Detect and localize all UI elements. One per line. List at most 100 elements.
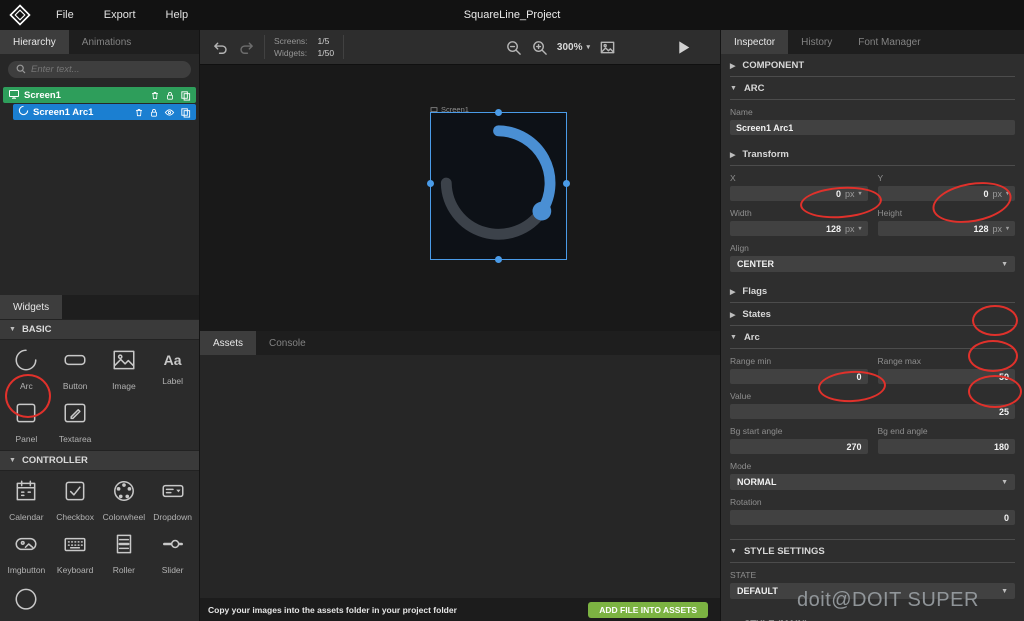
tab-inspector[interactable]: Inspector [721,30,788,54]
y-field[interactable]: 0 px ▾ [878,186,1016,201]
height-field[interactable]: 128 px ▾ [878,221,1016,236]
screen-icon [8,88,20,103]
section-style-settings[interactable]: ▼ STYLE SETTINGS [730,539,1015,563]
eye-icon[interactable] [164,107,175,118]
tab-hierarchy[interactable]: Hierarchy [0,30,69,54]
tab-widgets[interactable]: Widgets [0,295,62,319]
rotation-field[interactable]: 0 [730,510,1015,525]
zoom-out-icon[interactable] [505,39,522,56]
range-min-value: 0 [856,372,861,382]
chevron-down-icon: ▼ [9,326,16,333]
controller-widget-grid: Calendar Checkbox Colorwheel Dropdown Im… [0,471,199,621]
widget-item-keyboard[interactable]: Keyboard [51,531,100,575]
menu-help[interactable]: Help [151,0,204,30]
range-max-field[interactable]: 50 [878,369,1016,384]
screen1-canvas[interactable] [430,112,567,260]
chevron-down-icon[interactable]: ▾ [858,190,861,197]
resize-handle-top[interactable] [495,109,502,116]
widget-item-label[interactable]: Aa Label [148,347,197,391]
chevron-down-icon: ▼ [1001,479,1008,486]
menu-file[interactable]: File [41,0,89,30]
section-transform[interactable]: ▶ Transform [730,143,1015,166]
bg-start-angle-label: Bg start angle [730,426,868,436]
section-arc-props[interactable]: ▼ Arc [730,326,1015,349]
range-min-field[interactable]: 0 [730,369,868,384]
tab-console[interactable]: Console [256,331,319,355]
section-controller[interactable]: ▼ CONTROLLER [0,450,199,471]
widget-item-calendar[interactable]: Calendar [2,478,51,522]
undo-button[interactable] [212,39,229,56]
screenshot-icon[interactable] [599,39,616,56]
widget-item-imgbutton[interactable]: Imgbutton [2,531,51,575]
align-dropdown[interactable]: CENTER ▼ [730,256,1015,272]
tree-item-label: Screen1 Arc1 [33,107,93,118]
copy-icon[interactable] [180,107,191,118]
chevron-right-icon: ▶ [730,311,735,319]
widget-item-roller[interactable]: Roller [100,531,149,575]
height-unit: px [992,224,1002,234]
hierarchy-empty-area [0,123,199,295]
bg-start-angle-field[interactable]: 270 [730,439,868,454]
panel-widget-icon [13,400,39,431]
widget-label: Colorwheel [103,512,146,522]
tab-font-manager[interactable]: Font Manager [845,30,933,54]
tab-animations[interactable]: Animations [69,30,144,54]
widget-item-panel[interactable]: Panel [2,400,51,444]
chevron-down-icon[interactable]: ▾ [1006,190,1009,197]
lock-icon[interactable] [165,90,175,101]
resize-handle-right[interactable] [563,180,570,187]
chevron-down-icon[interactable]: ▾ [858,225,861,232]
redo-button[interactable] [238,39,255,56]
design-canvas[interactable]: Screen1 [200,65,720,331]
widget-item-image[interactable]: Image [100,347,149,391]
resize-handle-bottom[interactable] [495,256,502,263]
width-field[interactable]: 128 px ▾ [730,221,868,236]
tree-row-screen1-arc1[interactable]: Screen1 Arc1 [13,104,196,120]
chevron-right-icon: ▶ [730,151,735,159]
widget-item-dropdown[interactable]: Dropdown [148,478,197,522]
section-style-main[interactable]: ▼ STYLE (MAIN) [730,613,1015,621]
widgets-count-value: 1/50 [318,48,335,58]
widget-label: Calendar [9,512,44,522]
menu-export[interactable]: Export [89,0,151,30]
y-unit: px [992,189,1002,199]
widgets-count-label: Widgets: [274,48,308,58]
widget-item-checkbox[interactable]: Checkbox [51,478,100,522]
search-box[interactable] [8,61,191,78]
section-basic[interactable]: ▼ BASIC [0,319,199,340]
copy-icon[interactable] [180,90,191,101]
section-component[interactable]: ▶ COMPONENT [730,54,1015,77]
chevron-right-icon: ▶ [730,62,735,70]
chevron-down-icon[interactable]: ▾ [1006,225,1009,232]
play-button[interactable] [674,38,693,57]
widget-item-partial[interactable] [2,584,51,615]
zoom-level-dropdown[interactable]: 300% ▾ [557,42,590,53]
widget-item-slider[interactable]: Slider [148,531,197,575]
section-flags[interactable]: ▶ Flags [730,280,1015,303]
search-icon [16,61,26,79]
lock-icon[interactable] [149,107,159,118]
mode-dropdown[interactable]: NORMAL ▼ [730,474,1015,490]
add-file-into-assets-button[interactable]: ADD FILE INTO ASSETS [588,602,708,618]
assets-panel[interactable] [200,355,720,598]
name-field[interactable]: Screen1 Arc1 [730,120,1015,135]
widget-item-colorwheel[interactable]: Colorwheel [100,478,149,522]
y-label: Y [878,173,1016,183]
section-states[interactable]: ▶ States [730,303,1015,326]
tab-assets[interactable]: Assets [200,331,256,355]
trash-icon[interactable] [150,90,160,101]
resize-handle-left[interactable] [427,180,434,187]
zoom-in-icon[interactable] [531,39,548,56]
bg-end-angle-field[interactable]: 180 [878,439,1016,454]
widget-item-button[interactable]: Button [51,347,100,391]
tree-row-screen1[interactable]: Screen1 [3,87,196,103]
search-input[interactable] [31,64,183,75]
widget-item-arc[interactable]: Arc [2,347,51,391]
widget-item-textarea[interactable]: Textarea [51,400,100,444]
tab-history[interactable]: History [788,30,845,54]
x-field[interactable]: 0 px ▾ [730,186,868,201]
value-field[interactable]: 25 [730,404,1015,419]
squareline-app: File Export Help SquareLine_Project Hier… [0,0,1024,621]
section-arc-header[interactable]: ▼ ARC [730,77,1015,100]
trash-icon[interactable] [134,107,144,118]
